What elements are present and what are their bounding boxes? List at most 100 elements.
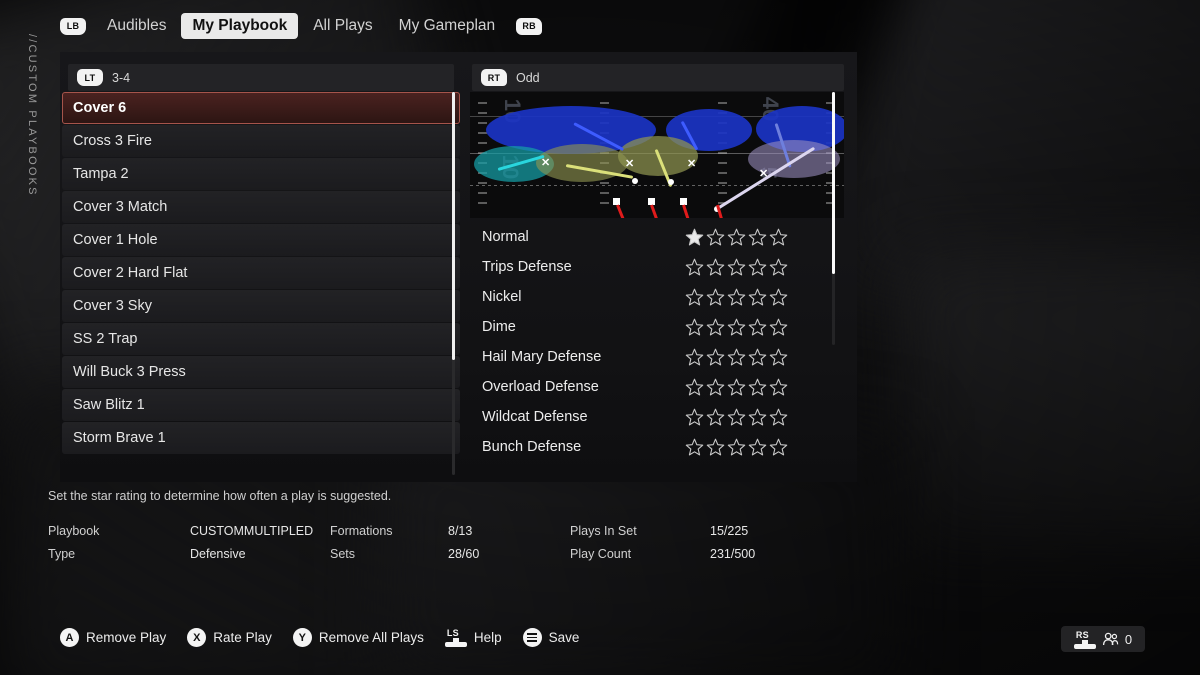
star-empty-icon[interactable]	[769, 228, 788, 247]
online-count: 0	[1124, 631, 1133, 647]
blitz-arrow	[616, 204, 628, 218]
star-empty-icon[interactable]	[769, 408, 788, 427]
star-rating[interactable]	[685, 378, 788, 397]
play-list-item[interactable]: Cover 2 Hard Flat	[62, 257, 460, 289]
tab-all-plays[interactable]: All Plays	[302, 13, 383, 39]
star-empty-icon[interactable]	[748, 348, 767, 367]
star-empty-icon[interactable]	[748, 258, 767, 277]
star-rating[interactable]	[685, 408, 788, 427]
star-empty-icon[interactable]	[748, 288, 767, 307]
play-list-item[interactable]: Cover 3 Sky	[62, 290, 460, 322]
star-empty-icon[interactable]	[685, 438, 704, 457]
star-empty-icon[interactable]	[685, 318, 704, 337]
stat-value: 28/60	[448, 547, 480, 561]
right-bumper-icon[interactable]: RB	[516, 17, 543, 35]
play-list-item[interactable]: SS 2 Trap	[62, 323, 460, 355]
play-list[interactable]: Cover 6 Cross 3 Fire Tampa 2 Cover 3 Match C…	[62, 92, 460, 475]
star-empty-icon[interactable]	[685, 408, 704, 427]
formation-rating-row[interactable]: Dime	[470, 312, 844, 342]
star-empty-icon[interactable]	[727, 438, 746, 457]
star-empty-icon[interactable]	[769, 378, 788, 397]
tab-audibles[interactable]: Audibles	[96, 13, 177, 39]
play-list-item[interactable]: Cross 3 Fire	[62, 125, 460, 157]
formation-rating-row[interactable]: Wildcat Defense	[470, 402, 844, 432]
play-name: SS 2 Trap	[73, 331, 138, 347]
play-list-item[interactable]: Cover 1 Hole	[62, 224, 460, 256]
star-empty-icon[interactable]	[727, 258, 746, 277]
play-list-item[interactable]: Storm Brave 1	[62, 422, 460, 454]
formation-rating-row[interactable]: Trips Defense	[470, 252, 844, 282]
star-empty-icon[interactable]	[685, 258, 704, 277]
play-list-item[interactable]: Cover 3 Match	[62, 191, 460, 223]
star-empty-icon[interactable]	[706, 318, 725, 337]
star-empty-icon[interactable]	[706, 378, 725, 397]
star-empty-icon[interactable]	[706, 408, 725, 427]
star-empty-icon[interactable]	[769, 288, 788, 307]
action-remove-play[interactable]: A Remove Play	[60, 628, 166, 647]
action-rate-play[interactable]: X Rate Play	[187, 628, 272, 647]
star-empty-icon[interactable]	[748, 378, 767, 397]
star-empty-icon[interactable]	[748, 438, 767, 457]
formation-rating-row[interactable]: Normal	[470, 222, 844, 252]
formation-category-header[interactable]: LT 3-4	[68, 64, 454, 91]
defender-marker: ✕	[759, 168, 769, 180]
formation-rating-row[interactable]: Hail Mary Defense	[470, 342, 844, 372]
star-empty-icon[interactable]	[706, 438, 725, 457]
star-rating[interactable]	[685, 318, 788, 337]
formation-rating-row[interactable]: Bunch Defense	[470, 432, 844, 462]
star-empty-icon[interactable]	[769, 318, 788, 337]
star-empty-icon[interactable]	[706, 348, 725, 367]
star-rating[interactable]	[685, 228, 788, 247]
tab-my-gameplan[interactable]: My Gameplan	[388, 13, 506, 39]
star-empty-icon[interactable]	[706, 288, 725, 307]
star-empty-icon[interactable]	[727, 378, 746, 397]
star-empty-icon[interactable]	[769, 258, 788, 277]
x-button-icon: X	[187, 628, 207, 647]
tab-my-playbook[interactable]: My Playbook	[181, 13, 299, 39]
star-empty-icon[interactable]	[685, 348, 704, 367]
online-players-pill[interactable]: RS 0	[1061, 626, 1145, 652]
star-empty-icon[interactable]	[727, 228, 746, 247]
star-empty-icon[interactable]	[769, 348, 788, 367]
star-empty-icon[interactable]	[727, 348, 746, 367]
star-filled-icon[interactable]	[685, 228, 704, 247]
play-list-item[interactable]: Cover 6	[62, 92, 460, 124]
action-help[interactable]: LS Help	[444, 628, 502, 647]
play-name: Storm Brave 1	[73, 430, 166, 446]
formation-rating-list[interactable]: Normal Trips Defense Nickel Dime Hail Mary D…	[470, 222, 844, 475]
formation-list-scrollbar[interactable]	[832, 92, 835, 345]
play-list-scrollbar[interactable]	[452, 92, 455, 475]
stat-key: Plays In Set	[570, 524, 637, 538]
star-rating[interactable]	[685, 288, 788, 307]
star-empty-icon[interactable]	[748, 228, 767, 247]
formation-rating-row[interactable]: Nickel	[470, 282, 844, 312]
formation-scroll-thumb[interactable]	[832, 92, 835, 275]
play-art-diagram: 1040105✕✕✕✕	[470, 92, 844, 218]
action-remove-all-plays[interactable]: Y Remove All Plays	[292, 628, 424, 647]
star-empty-icon[interactable]	[769, 438, 788, 457]
play-name: Cover 2 Hard Flat	[73, 265, 188, 281]
play-list-scroll-thumb[interactable]	[452, 92, 455, 361]
star-empty-icon[interactable]	[706, 258, 725, 277]
set-category-header[interactable]: RT Odd	[472, 64, 844, 91]
star-empty-icon[interactable]	[727, 288, 746, 307]
star-empty-icon[interactable]	[748, 408, 767, 427]
star-empty-icon[interactable]	[727, 318, 746, 337]
star-empty-icon[interactable]	[706, 228, 725, 247]
star-empty-icon[interactable]	[727, 408, 746, 427]
star-rating[interactable]	[685, 258, 788, 277]
lt-trigger-icon[interactable]: LT	[77, 69, 103, 86]
star-rating[interactable]	[685, 348, 788, 367]
rt-trigger-icon[interactable]: RT	[481, 69, 507, 86]
left-bumper-icon[interactable]: LB	[60, 17, 86, 35]
star-rating[interactable]	[685, 438, 788, 457]
play-list-item[interactable]: Tampa 2	[62, 158, 460, 190]
star-empty-icon[interactable]	[685, 288, 704, 307]
star-empty-icon[interactable]	[685, 378, 704, 397]
play-list-item[interactable]: Saw Blitz 1	[62, 389, 460, 421]
action-save[interactable]: Save	[522, 628, 579, 647]
formation-rating-row[interactable]: Overload Defense	[470, 372, 844, 402]
playbook-stats: Playbook CUSTOMMULTIPLED Formations 8/13 Pla…	[48, 524, 848, 561]
star-empty-icon[interactable]	[748, 318, 767, 337]
play-list-item[interactable]: Will Buck 3 Press	[62, 356, 460, 388]
